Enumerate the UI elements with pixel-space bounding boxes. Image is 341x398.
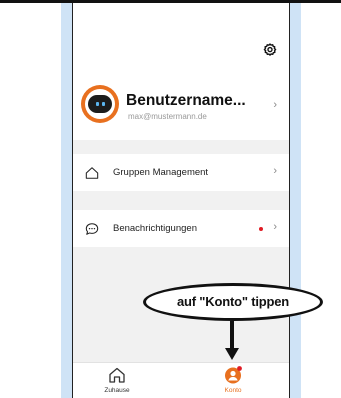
menu-item-label: Gruppen Management: [113, 167, 209, 178]
avatar-eye-right: [102, 102, 105, 106]
robot-avatar-icon: [88, 95, 112, 113]
tab-label: Zuhause: [104, 387, 130, 394]
instruction-callout: auf "Konto" tippen: [143, 283, 323, 321]
profile-header: Benutzername... max@mustermann.de ›: [73, 3, 289, 140]
email-label: max@mustermann.de: [128, 112, 207, 121]
phone-screen: Benutzername... max@mustermann.de › Grup…: [72, 3, 290, 398]
username-label[interactable]: Benutzername...: [126, 92, 246, 110]
chevron-right-icon: ›: [273, 221, 277, 233]
menu-item-gruppen-management[interactable]: Gruppen Management ›: [73, 154, 289, 191]
chevron-right-icon: ›: [273, 165, 277, 177]
arrow-head-icon: [225, 348, 239, 360]
avatar[interactable]: [81, 85, 119, 123]
home-icon: [109, 367, 125, 383]
chevron-right-icon[interactable]: ›: [273, 99, 277, 111]
account-icon: [225, 366, 242, 384]
bottom-tab-bar: Zuhause Konto: [73, 362, 289, 398]
tab-label: Konto: [224, 387, 242, 394]
tab-konto[interactable]: Konto: [203, 365, 263, 394]
chat-bubble-icon: [85, 223, 99, 235]
gear-icon[interactable]: [263, 43, 277, 57]
menu-item-label: Benachrichtigungen: [113, 223, 197, 234]
home-outline-icon: [85, 167, 99, 179]
notification-dot: [259, 227, 263, 231]
tab-zuhause[interactable]: Zuhause: [87, 365, 147, 394]
avatar-eye-left: [96, 102, 99, 106]
menu-item-benachrichtigungen[interactable]: Benachrichtigungen ›: [73, 210, 289, 247]
arrow-down-icon: [230, 321, 234, 349]
